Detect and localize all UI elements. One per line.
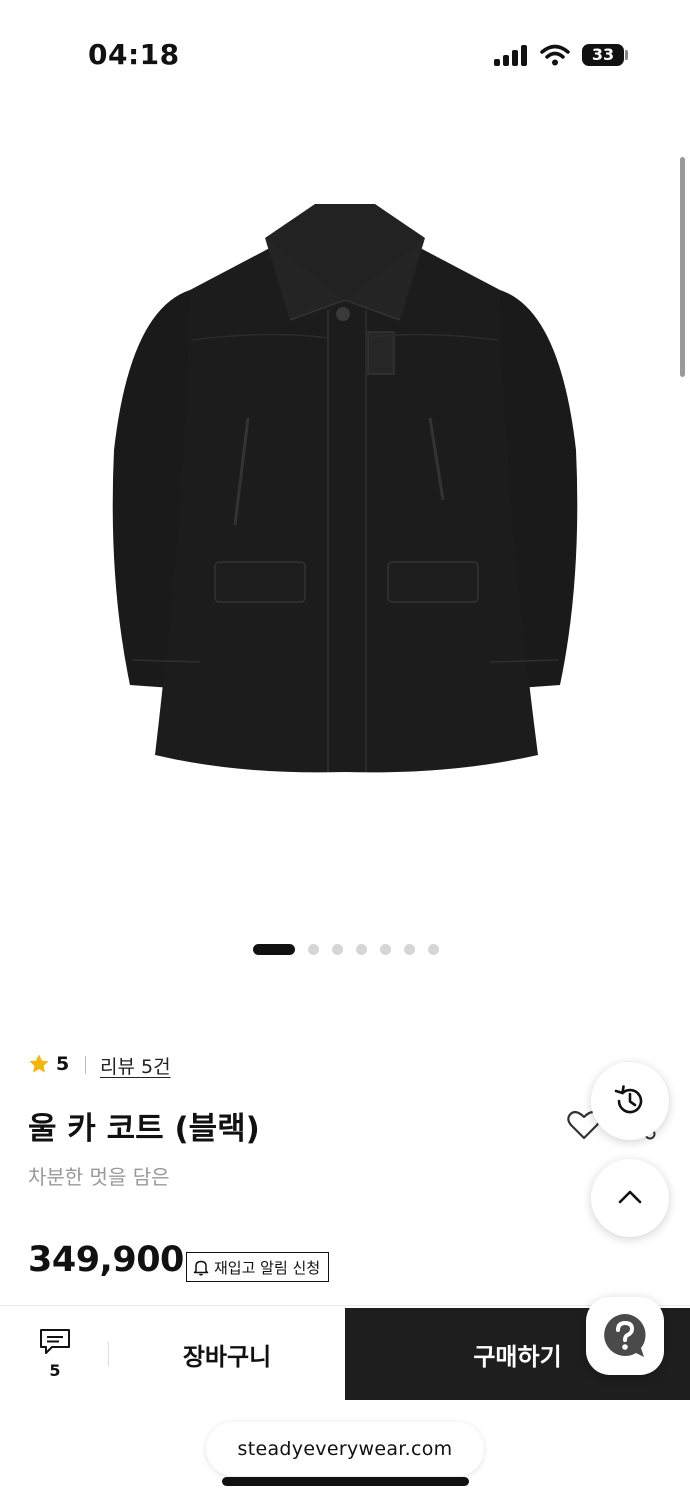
product-price: 349,900	[28, 1240, 184, 1280]
review-count-link[interactable]: 리뷰 5건	[100, 1052, 171, 1079]
bottom-bar-divider	[0, 1305, 690, 1306]
carousel-dot[interactable]	[428, 944, 439, 955]
product-title: 울 카 코트 (블랙)	[28, 1111, 260, 1147]
history-icon	[614, 1085, 643, 1114]
scrollbar[interactable]	[680, 157, 685, 377]
carousel-dot[interactable]	[332, 944, 343, 955]
carousel-dot[interactable]	[380, 944, 391, 955]
carousel-dot[interactable]	[356, 944, 367, 955]
restock-alert-label: 재입고 알림 신청	[214, 1258, 321, 1277]
cellular-signal-icon	[494, 44, 528, 66]
browser-url-bar[interactable]: steadyeverywear.com	[206, 1422, 484, 1476]
carousel-dot[interactable]	[404, 944, 415, 955]
divider	[108, 1342, 109, 1366]
add-to-cart-button[interactable]: 장바구니	[110, 1308, 344, 1400]
rating-value: 5	[56, 1053, 70, 1075]
comment-count: 5	[49, 1361, 61, 1380]
wifi-icon	[540, 44, 570, 66]
status-time: 04:18	[88, 38, 180, 71]
comment-icon	[40, 1329, 70, 1354]
divider	[85, 1056, 86, 1074]
carousel-dot[interactable]	[253, 944, 295, 955]
help-chat-button[interactable]	[586, 1297, 664, 1375]
battery-nub	[625, 50, 628, 60]
product-subtitle: 차분한 멋을 담은	[28, 1165, 170, 1189]
question-chat-icon	[604, 1314, 646, 1357]
scroll-to-top-button[interactable]	[591, 1159, 669, 1237]
restock-alert-button[interactable]: 재입고 알림 신청	[186, 1252, 330, 1282]
recent-history-button[interactable]	[591, 1062, 669, 1140]
star-icon	[29, 1054, 49, 1073]
bell-icon	[193, 1260, 209, 1276]
home-indicator[interactable]	[222, 1477, 469, 1486]
comments-button[interactable]: 5	[30, 1327, 80, 1385]
chevron-up-icon	[618, 1190, 642, 1204]
battery-icon: 33	[582, 44, 624, 66]
carousel-dot[interactable]	[308, 944, 319, 955]
product-image-coat[interactable]	[100, 200, 590, 780]
